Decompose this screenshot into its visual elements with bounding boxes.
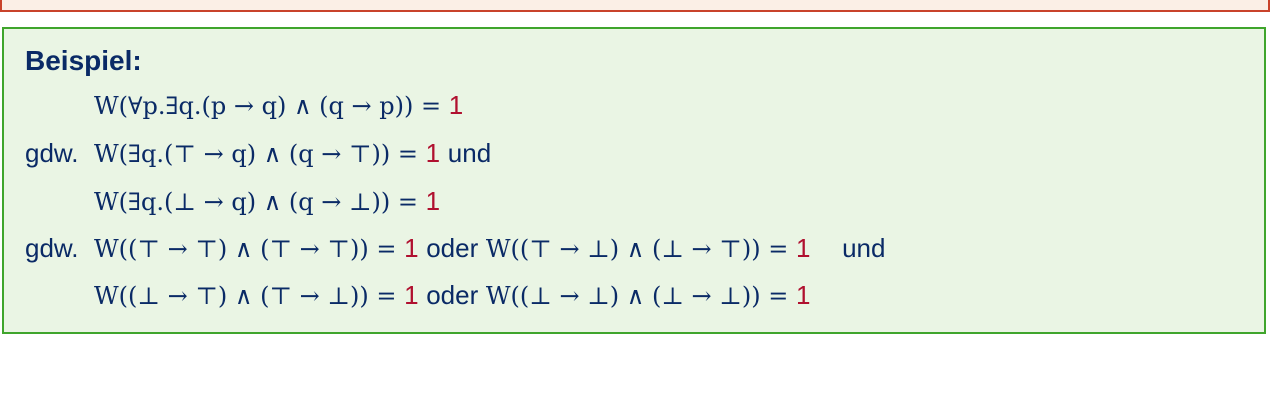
formula-3: W(∃q.(⊥ → q) ∧ (q → ⊥)) = (94, 188, 419, 216)
value-1: 1 (448, 90, 464, 120)
formula-2: W(∃q.(⊤ → q) ∧ (q → ⊤)) = (94, 140, 419, 168)
example-heading: Beispiel: (25, 45, 142, 76)
value-2: 1 (425, 138, 441, 168)
gdw-prefix: gdw. (25, 233, 79, 263)
formula-4b: W((⊤ → ⊥) ∧ (⊥ → ⊤)) = (485, 235, 789, 263)
value-4b: 1 (795, 233, 811, 263)
example-box: Beispiel: W(∀p.∃q.(p → q) ∧ (q → p)) = 1… (2, 27, 1266, 334)
formula-5a: W((⊥ → ⊤) ∧ (⊤ → ⊥)) = (94, 282, 397, 310)
oder-connective: oder (426, 280, 479, 310)
und-connective: und (447, 138, 492, 168)
formula-1: W(∀p.∃q.(p → q) ∧ (q → p)) = (94, 92, 442, 120)
oder-connective: oder (426, 233, 479, 263)
formula-5b: W((⊥ → ⊥) ∧ (⊥ → ⊥)) = (485, 282, 789, 310)
value-3: 1 (425, 186, 441, 216)
value-5a: 1 (404, 280, 419, 310)
value-5b: 1 (795, 280, 811, 310)
formula-4a: W((⊤ → ⊤) ∧ (⊤ → ⊤)) = (94, 235, 397, 263)
value-4a: 1 (404, 233, 419, 263)
und-connective: und (842, 233, 886, 263)
gdw-prefix: gdw. (25, 138, 79, 168)
previous-box-edge (0, 0, 1270, 12)
